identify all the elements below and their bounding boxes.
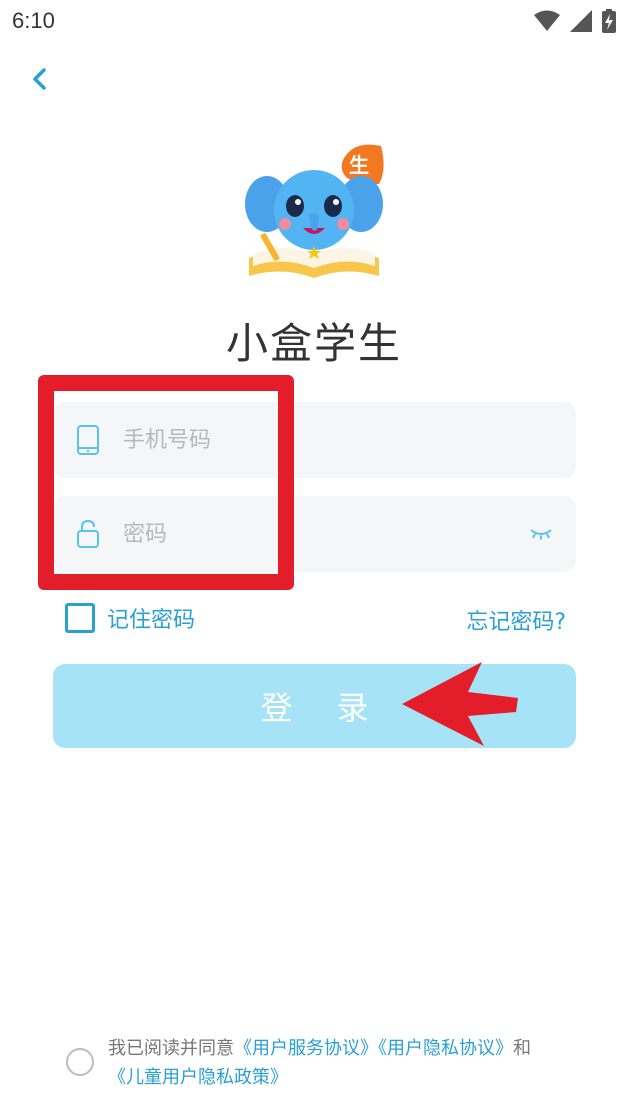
- agreement-conjunction: 和: [513, 1038, 531, 1059]
- login-button[interactable]: 登录: [53, 664, 576, 748]
- agree-radio[interactable]: [66, 1048, 94, 1076]
- status-time: 6:10: [12, 8, 55, 33]
- eye-closed-icon: [530, 529, 552, 540]
- phone-input[interactable]: [123, 402, 576, 478]
- forgot-password-link[interactable]: 忘记密码?: [466, 604, 566, 636]
- chevron-left-icon: [33, 68, 46, 90]
- agreement-text: 我已阅读并同意《用户服务协议》《用户隐私协议》和《儿童用户隐私政策》: [108, 1034, 588, 1092]
- wifi-icon: [534, 10, 560, 31]
- toggle-password-visibility-button[interactable]: [506, 527, 576, 541]
- app-logo: 生: [245, 144, 384, 278]
- phone-icon: [53, 424, 123, 456]
- service-agreement-link[interactable]: 《用户服务协议》: [234, 1038, 378, 1059]
- logo-badge-text: 生: [349, 153, 369, 177]
- password-input[interactable]: [123, 496, 506, 572]
- battery-charging-icon: [602, 9, 616, 33]
- privacy-agreement-link[interactable]: 《用户隐私协议》: [378, 1038, 513, 1059]
- login-button-label: 登录: [260, 689, 413, 727]
- remember-password-checkbox[interactable]: 记住密码: [65, 602, 195, 634]
- lock-icon: [53, 519, 123, 549]
- child-privacy-policy-link[interactable]: 《儿童用户隐私政策》: [108, 1067, 288, 1088]
- remember-password-label: 记住密码: [107, 608, 196, 633]
- signal-icon: [570, 10, 592, 32]
- status-bar: 6:10: [0, 0, 628, 44]
- phone-field[interactable]: [53, 402, 576, 478]
- app-title: 小盒学生: [225, 319, 402, 368]
- password-field[interactable]: [53, 496, 576, 572]
- agreement-prefix: 我已阅读并同意: [108, 1038, 234, 1059]
- status-icons: [534, 8, 616, 34]
- checkbox-box[interactable]: [65, 603, 95, 633]
- back-button[interactable]: [22, 62, 56, 96]
